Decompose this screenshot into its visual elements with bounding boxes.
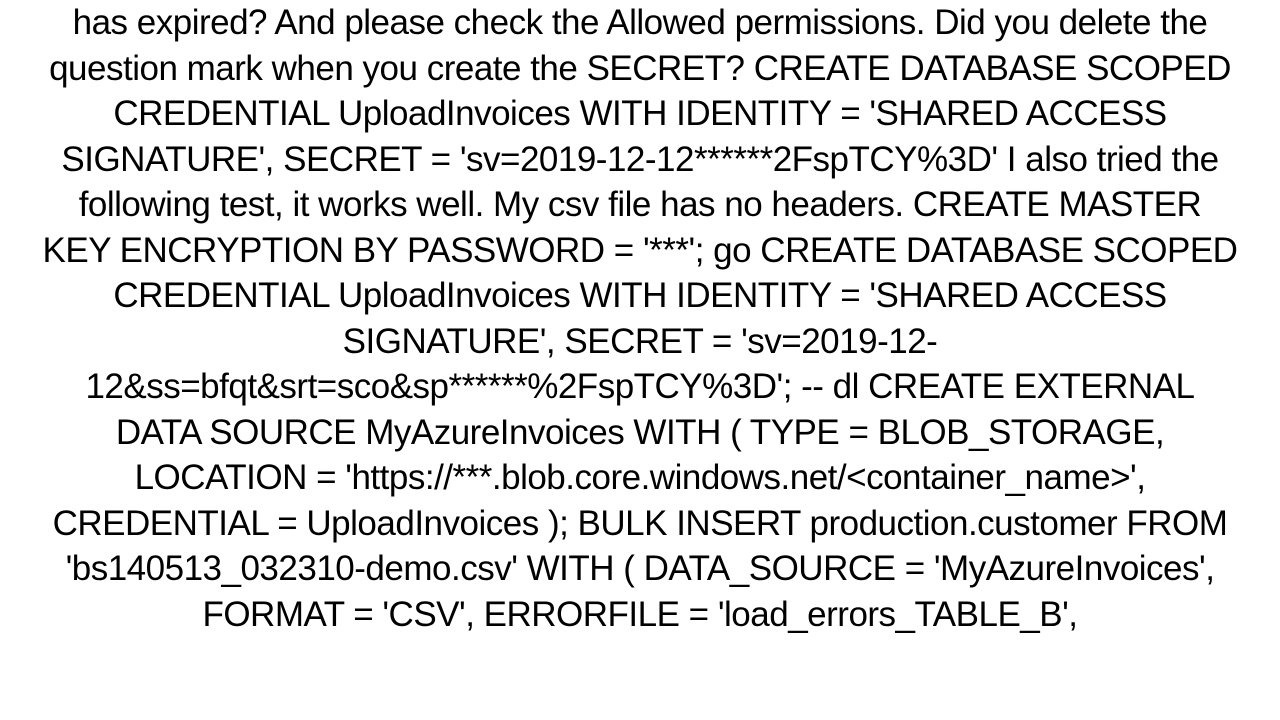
- body-text: has expired? And please check the Allowe…: [43, 3, 1238, 634]
- document-body: has expired? And please check the Allowe…: [20, 0, 1260, 637]
